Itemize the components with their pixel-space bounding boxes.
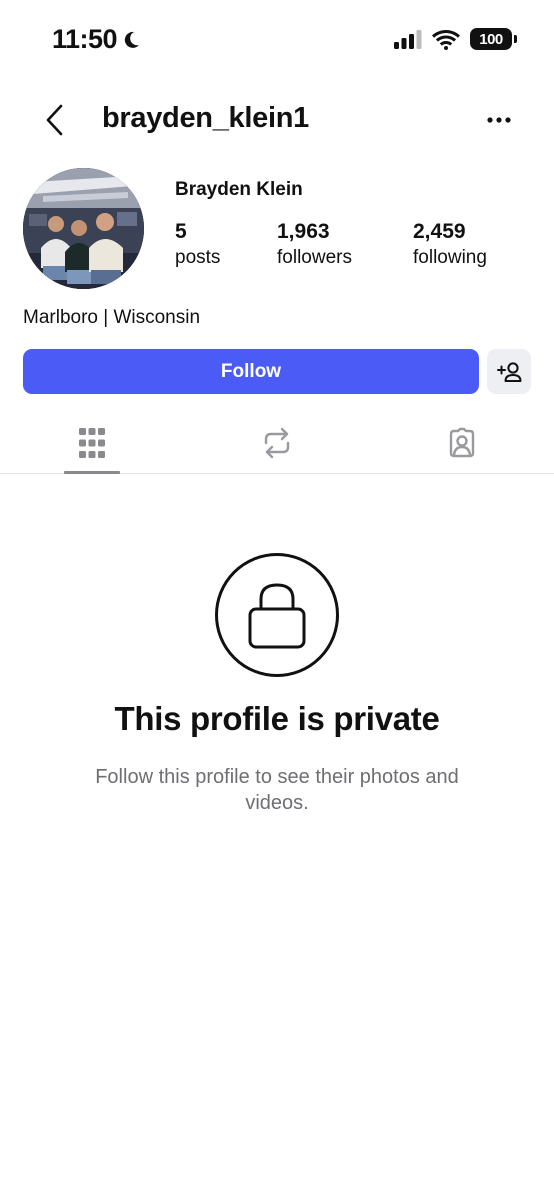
moon-icon	[124, 31, 140, 48]
avatar-photo	[23, 168, 144, 289]
avatar[interactable]	[23, 168, 144, 289]
profile-header: brayden_klein1	[0, 92, 554, 146]
posts-count: 5	[175, 220, 187, 243]
chevron-left-icon	[46, 104, 63, 136]
tab-reposts[interactable]	[222, 412, 332, 474]
profile-bio: Marlboro | Wisconsin	[23, 307, 201, 328]
posts-stat[interactable]: 5 posts	[175, 220, 220, 272]
lock-icon	[248, 583, 306, 649]
status-icons: 100	[394, 28, 517, 50]
tagged-icon	[449, 427, 475, 458]
more-options-button[interactable]	[482, 106, 516, 134]
tab-posts-grid[interactable]	[37, 412, 147, 474]
display-name: Brayden Klein	[175, 179, 303, 200]
add-person-icon	[497, 361, 522, 382]
status-time: 11:50	[52, 24, 141, 55]
battery-icon: 100	[470, 28, 517, 50]
clock-text: 11:50	[52, 24, 118, 54]
private-title: This profile is private	[114, 700, 440, 737]
follow-button[interactable]: Follow	[23, 349, 479, 394]
profile-stats: 5 posts 1,963 followers 2,459 following	[175, 220, 535, 276]
profile-tabs	[0, 412, 554, 474]
repost-icon	[264, 427, 290, 459]
battery-level: 100	[479, 30, 503, 48]
grid-icon	[79, 428, 105, 458]
followers-label: followers	[277, 247, 352, 268]
tab-tagged[interactable]	[407, 412, 517, 474]
status-bar: 11:50 100	[0, 0, 554, 82]
signal-icon	[394, 30, 422, 49]
following-label: following	[413, 247, 487, 268]
more-horizontal-icon	[487, 117, 511, 123]
back-button[interactable]	[38, 100, 72, 140]
wifi-icon	[432, 29, 460, 50]
posts-label: posts	[175, 247, 221, 268]
followers-count: 1,963	[277, 220, 330, 243]
suggested-accounts-button[interactable]	[487, 349, 531, 394]
page-title: brayden_klein1	[102, 102, 309, 134]
following-stat[interactable]: 2,459 following	[413, 220, 487, 272]
following-count: 2,459	[413, 220, 466, 243]
private-lock-badge	[215, 553, 339, 677]
followers-stat[interactable]: 1,963 followers	[277, 220, 352, 272]
active-tab-indicator	[64, 471, 120, 474]
private-subtitle: Follow this profile to see their photos …	[95, 766, 459, 814]
